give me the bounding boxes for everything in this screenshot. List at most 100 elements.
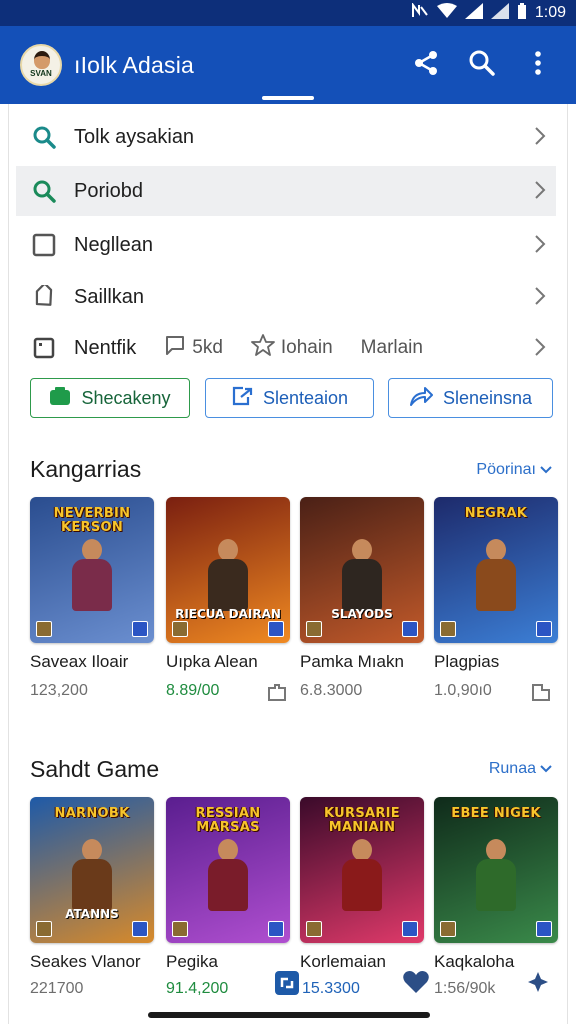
chip-button-3[interactable]: Sleneinsna xyxy=(388,378,553,418)
game-art-subtitle: RIECUA DAIRAN xyxy=(175,607,281,621)
meta-item-label: Marlain xyxy=(360,337,423,358)
game-name[interactable]: Plagpias xyxy=(434,652,499,672)
game-genre-icon xyxy=(172,921,188,937)
chip-label: Shecakeny xyxy=(81,387,171,408)
game-platform-icon xyxy=(536,621,552,637)
game-name[interactable]: Seakes Vlanor xyxy=(30,952,141,972)
page-title: ıIolk Adasia xyxy=(74,51,195,78)
game-tile[interactable]: NEGRAK xyxy=(434,497,558,643)
game-platform-icon xyxy=(268,921,284,937)
game-tile[interactable]: NEVERBIN KERSON xyxy=(30,497,154,643)
search-icon xyxy=(22,125,66,149)
chip-button-2[interactable]: Slenteaion xyxy=(205,378,374,418)
game-tile[interactable]: RESSIAN MARSAS xyxy=(166,797,290,943)
section-link-label: Pöorinaı xyxy=(476,461,536,478)
game-art-body xyxy=(476,559,516,611)
game-tile[interactable]: NARNOBK ATANNS xyxy=(30,797,154,943)
chevron-right-icon xyxy=(534,286,546,312)
heart-icon[interactable] xyxy=(402,970,430,999)
game-art-body xyxy=(208,859,248,911)
menu-item-label: Poriobd xyxy=(74,179,143,202)
meta-item-rating[interactable]: Iohain xyxy=(250,334,333,362)
status-time: 1:09 xyxy=(534,4,566,21)
app-badge-icon[interactable] xyxy=(274,970,300,1001)
document-icon xyxy=(22,336,66,360)
chevron-down-icon xyxy=(540,461,552,479)
game-name[interactable]: Pamka Mıakn xyxy=(300,652,404,672)
share-icon xyxy=(413,50,439,81)
game-platform-icon xyxy=(402,921,418,937)
game-art-body xyxy=(72,559,112,611)
app-actions xyxy=(398,37,566,93)
game-art-figure xyxy=(68,539,116,613)
status-bar: 1:09 xyxy=(0,0,576,26)
game-name[interactable]: Kaqkaloha xyxy=(434,952,514,972)
search-button[interactable] xyxy=(454,37,510,93)
game-art-title: NEGRAK xyxy=(464,506,528,521)
meta-item-label: Iohain xyxy=(280,337,333,358)
game-genre-icon xyxy=(306,621,322,637)
game-art-title: NEVERBIN KERSON xyxy=(53,506,131,535)
game-name[interactable]: Uıpka Alean xyxy=(166,652,258,672)
more-vert-icon xyxy=(534,50,542,80)
more-options-button[interactable] xyxy=(510,37,566,93)
game-platform-icon xyxy=(536,921,552,937)
chip-button-1[interactable]: Shecakeny xyxy=(30,378,190,418)
game-name[interactable]: Pegika xyxy=(166,952,218,972)
sparkle-icon[interactable] xyxy=(526,970,550,999)
search-icon xyxy=(22,179,66,203)
game-genre-icon xyxy=(306,921,322,937)
game-art-figure xyxy=(338,839,386,913)
game-price: 1:56/90k xyxy=(434,980,496,997)
menu-item-4[interactable]: Saillkan xyxy=(16,272,556,322)
game-art-title: RESSIAN MARSAS xyxy=(195,806,261,835)
game-art-figure xyxy=(472,839,520,913)
game-tile[interactable]: KURSARIE MANIAIN xyxy=(300,797,424,943)
share-button[interactable] xyxy=(398,37,454,93)
menu-item-2[interactable]: Poriobd xyxy=(16,166,556,216)
wifi-icon xyxy=(436,2,457,24)
export-icon xyxy=(231,385,253,412)
game-genre-icon xyxy=(36,621,52,637)
battery-icon xyxy=(517,2,527,24)
game-name[interactable]: Korlemaian xyxy=(300,952,386,972)
section-title-2: Sahdt Game xyxy=(30,756,160,782)
menu-item-3[interactable]: Negllean xyxy=(16,220,556,270)
home-indicator[interactable] xyxy=(148,1012,430,1018)
menu-item-1[interactable]: Tolk aysakian xyxy=(16,112,556,162)
game-price: 221700 xyxy=(30,980,84,997)
checkbox-icon xyxy=(22,233,66,257)
game-art-title: EBEE NIGEK xyxy=(451,806,541,821)
game-genre-icon xyxy=(172,621,188,637)
section-link-1[interactable]: Pöorinaı xyxy=(476,461,552,479)
chevron-right-icon xyxy=(534,126,546,152)
section-title-1: Kangarrias xyxy=(30,456,142,482)
chip-label: Sleneinsna xyxy=(442,387,533,408)
game-genre-icon xyxy=(440,921,456,937)
game-price: 15.3300 xyxy=(302,980,360,997)
avatar[interactable]: SVAN xyxy=(20,44,62,86)
avatar-label: SVAN xyxy=(30,69,52,78)
puzzle-icon-2[interactable] xyxy=(530,682,552,707)
game-price: 91.4,200 xyxy=(166,980,229,997)
game-art-head xyxy=(486,539,506,561)
game-price: 123,200 xyxy=(30,682,88,699)
game-name[interactable]: Saveax Iloair xyxy=(30,652,128,672)
puzzle-icon[interactable] xyxy=(266,682,288,707)
game-art-head xyxy=(82,539,102,561)
game-tile[interactable]: SLAYODS xyxy=(300,497,424,643)
game-genre-icon xyxy=(440,621,456,637)
game-tile[interactable]: EBEE NIGEK xyxy=(434,797,558,943)
game-art-head xyxy=(352,539,372,561)
game-tile[interactable]: RIECUA DAIRAN xyxy=(166,497,290,643)
meta-item-comments[interactable]: 5kd xyxy=(164,334,223,362)
game-art-figure xyxy=(472,539,520,613)
game-art-figure xyxy=(204,539,252,613)
chevron-right-icon xyxy=(534,234,546,260)
drag-handle[interactable] xyxy=(262,96,314,100)
section-link-2[interactable]: Runaa xyxy=(489,760,552,778)
meta-row-label: Nentfik xyxy=(74,336,137,359)
meta-item-author[interactable]: Marlain xyxy=(361,337,423,359)
meta-row[interactable]: Nentfik 5kd Iohain Marlain xyxy=(16,323,556,373)
game-price: 6.8.3000 xyxy=(300,682,363,699)
